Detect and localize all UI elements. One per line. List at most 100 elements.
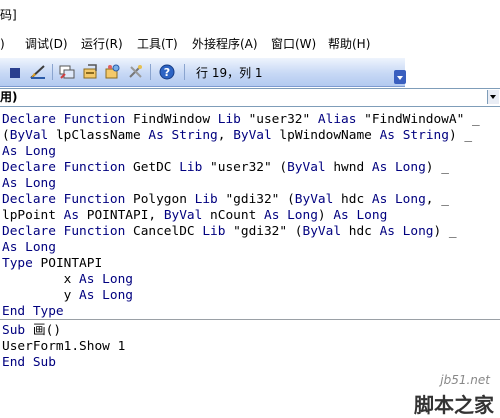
code-keyword: ByVal [9,128,49,143]
toolbar-separator [184,64,185,80]
code-text: 画() [25,323,62,338]
code-line[interactable]: Type POINTAPI [2,256,102,272]
code-keyword: Lib [217,112,241,127]
code-line[interactable]: As Long [2,176,56,192]
code-text: ( [2,128,10,143]
code-text: "user32" [240,112,318,127]
watermark-name: 脚本之家 [414,393,494,417]
code-keyword: As String [148,128,218,143]
code-keyword: As Long [79,272,133,287]
code-text: x [2,272,80,287]
code-keyword: Alias [317,112,357,127]
procedure-separator [0,319,500,320]
menu-bar: ) 调试(D) 运行(R) 工具(T) 外接程序(A) 窗口(W) 帮助(H) [0,30,500,58]
code-text: y [2,288,80,303]
code-line[interactable]: Declare Function CancelDC Lib "gdi32" (B… [2,224,457,240]
code-keyword: As Long [79,288,133,303]
code-text: lpWindowName [271,128,380,143]
code-line[interactable]: As Long [2,144,56,160]
toolbar-separator [52,64,53,80]
code-text: Polygon [125,192,195,207]
code-text: POINTAPI [32,256,103,271]
code-text: ) _ [425,160,449,175]
code-keyword: As Long [379,224,434,239]
watermark-logo: jb51.net 脚本之家 [390,373,500,417]
code-text: CancelDC [125,224,203,239]
code-line[interactable]: End Sub [2,355,56,371]
help-icon[interactable]: ? [158,63,176,81]
code-keyword: Declare Function [2,112,126,127]
menu-item-partial[interactable]: ) [0,36,5,52]
code-text: "FindWindowA" _ [356,112,480,127]
window-title: 码] [0,8,17,22]
code-line[interactable]: Declare Function Polygon Lib "gdi32" (By… [2,192,449,208]
code-text: ) _ [433,224,457,239]
code-line[interactable]: Declare Function GetDC Lib "user32" (ByV… [2,160,449,176]
code-keyword: Type [2,256,33,271]
code-keyword: Lib [194,192,218,207]
code-keyword: Declare Function [2,224,126,239]
object-browser-icon[interactable] [104,63,122,81]
code-text: ) [317,208,334,223]
code-text: lpPoint [2,208,64,223]
code-keyword: ByVal [294,192,334,207]
project-explorer-icon[interactable] [58,63,76,81]
code-line[interactable]: As Long [2,240,56,256]
code-text: hwnd [325,160,372,175]
code-keyword: Declare Function [2,192,126,207]
code-text: UserForm1.Show 1 [2,339,126,354]
code-line[interactable]: Sub 画() [2,323,61,339]
code-keyword: Lib [179,160,203,175]
code-line[interactable]: End Type [2,304,64,320]
code-editor[interactable]: Declare Function FindWindow Lib "user32"… [0,110,500,417]
code-text: ) _ [448,128,473,143]
code-line[interactable]: Declare Function FindWindow Lib "user32"… [2,112,480,128]
code-keyword: As String [379,128,449,143]
code-text: lpClassName [48,128,149,143]
code-keyword: As Long [2,176,56,191]
menu-item-help[interactable]: 帮助(H) [328,36,370,52]
object-combo[interactable]: 用) [0,88,500,107]
code-line[interactable]: UserForm1.Show 1 [2,339,125,355]
code-keyword: As Long [2,144,56,159]
code-keyword: As [63,208,80,223]
code-keyword: End Type [2,304,64,319]
object-combo-value: 用) [0,90,18,104]
code-line[interactable]: y As Long [2,288,133,304]
menu-item-addins[interactable]: 外接程序(A) [192,36,258,52]
menu-item-debug[interactable]: 调试(D) [25,36,68,52]
watermark-site: jb51.net [440,373,490,387]
code-text: hdc [341,224,380,239]
code-keyword: As Long [333,208,388,223]
code-line[interactable]: lpPoint As POINTAPI, ByVal nCount As Lon… [2,208,387,224]
code-keyword: ByVal [302,224,342,239]
code-keyword: ByVal [233,128,272,143]
code-text: "gdi32" ( [217,192,295,207]
menu-item-window[interactable]: 窗口(W) [271,36,316,52]
code-text: , [217,128,234,143]
title-bar: 码] [0,0,500,30]
code-keyword: As Long [371,192,426,207]
code-text: , _ [425,192,449,207]
design-mode-icon[interactable] [29,63,47,81]
properties-window-icon[interactable] [82,63,100,81]
chevron-down-icon [397,76,403,80]
code-keyword: As Long [2,240,56,255]
code-text: GetDC [125,160,180,175]
code-keyword: ByVal [163,208,203,223]
code-keyword: Declare Function [2,160,126,175]
code-text: "gdi32" ( [225,224,303,239]
cursor-position: 行 19，列 1 [196,66,263,80]
menu-item-tools[interactable]: 工具(T) [137,36,178,52]
code-line[interactable]: x As Long [2,272,133,288]
code-keyword: As Long [371,160,426,175]
menu-item-run[interactable]: 运行(R) [81,36,123,52]
procedure-dropdown-button[interactable] [487,90,499,104]
code-text: hdc [333,192,372,207]
code-keyword: Sub [2,323,26,338]
code-text: POINTAPI, [79,208,164,223]
stop-icon[interactable] [10,68,20,78]
code-line[interactable]: (ByVal lpClassName As String, ByVal lpWi… [2,128,472,144]
code-text: FindWindow [125,112,218,127]
toolbox-icon[interactable] [127,63,145,81]
